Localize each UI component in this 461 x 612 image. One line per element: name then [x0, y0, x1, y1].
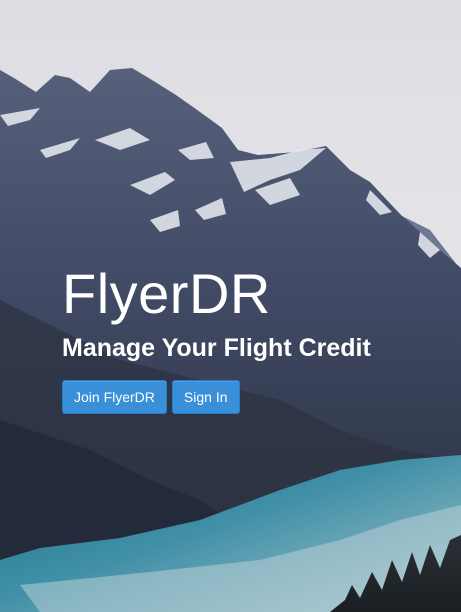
hero-actions: Join FlyerDR Sign In [62, 380, 452, 414]
brand-title: FlyerDR [62, 262, 271, 325]
join-button[interactable]: Join FlyerDR [62, 380, 167, 414]
sign-in-button[interactable]: Sign In [171, 380, 240, 414]
tagline: Manage Your Flight Credit [62, 334, 371, 362]
hero-content: FlyerDR Manage Your Flight Credit Join F… [62, 262, 452, 414]
hero-section: FlyerDR Manage Your Flight Credit Join F… [0, 0, 461, 612]
